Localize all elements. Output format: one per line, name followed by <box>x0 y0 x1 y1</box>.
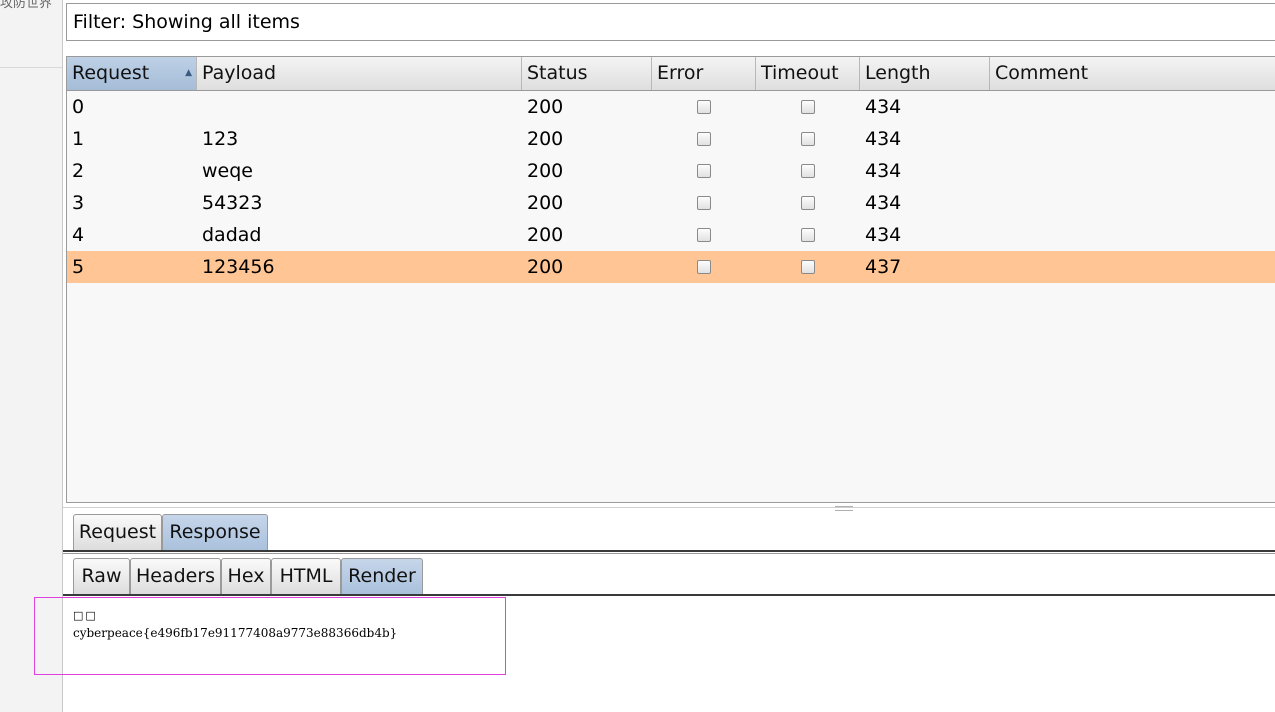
column-header-status[interactable]: Status <box>522 57 652 90</box>
timeout-checkbox[interactable] <box>801 196 815 210</box>
cell-payload: dadad <box>202 224 262 246</box>
cell-length: 434 <box>865 224 902 246</box>
table-row[interactable]: 0 200 434 <box>67 91 1275 123</box>
tab-hex[interactable]: Hex <box>221 558 271 595</box>
filter-bar[interactable]: Filter: Showing all items <box>66 3 1275 41</box>
error-checkbox[interactable] <box>697 228 711 242</box>
cell-payload: 123456 <box>202 256 275 278</box>
error-checkbox[interactable] <box>697 196 711 210</box>
cell-comment <box>990 251 995 283</box>
timeout-checkbox[interactable] <box>801 164 815 178</box>
message-tabs-underline <box>63 550 1275 552</box>
view-tabs-underline <box>63 594 1275 596</box>
annotation-highlight-box <box>34 597 506 675</box>
column-header-timeout[interactable]: Timeout <box>756 57 860 90</box>
cell-status: 200 <box>527 192 564 214</box>
column-header-comment[interactable]: Comment <box>990 57 1275 90</box>
background-site-title: 攻防世界 <box>0 0 53 11</box>
cell-status: 200 <box>527 128 564 150</box>
timeout-checkbox[interactable] <box>801 260 815 274</box>
cell-comment <box>990 123 995 155</box>
cell-length: 434 <box>865 192 902 214</box>
error-checkbox[interactable] <box>697 260 711 274</box>
error-checkbox[interactable] <box>697 100 711 114</box>
tab-request[interactable]: Request <box>73 514 162 551</box>
error-checkbox[interactable] <box>697 164 711 178</box>
table-row[interactable]: 3 54323 200 434 <box>67 187 1275 219</box>
column-header-label: Request <box>72 62 150 84</box>
background-divider <box>0 67 62 68</box>
cell-comment <box>990 91 995 123</box>
cell-comment <box>990 187 995 219</box>
results-table-body: 0 200 434 1 123 200 434 2 weqe 200 434 3… <box>67 91 1275 283</box>
cell-request: 5 <box>72 256 85 278</box>
cell-payload: weqe <box>202 160 253 182</box>
column-header-payload[interactable]: Payload <box>197 57 522 90</box>
cell-comment <box>990 219 995 251</box>
cell-status: 200 <box>527 256 564 278</box>
cell-payload <box>197 91 202 123</box>
results-table-header: Request ▲ Payload Status Error Timeout L… <box>67 57 1275 91</box>
cell-length: 434 <box>865 160 902 182</box>
cell-payload: 123 <box>202 128 239 150</box>
table-row[interactable]: 4 dadad 200 434 <box>67 219 1275 251</box>
tab-headers[interactable]: Headers <box>130 558 221 595</box>
cell-request: 1 <box>72 128 85 150</box>
table-row[interactable]: 2 weqe 200 434 <box>67 155 1275 187</box>
column-header-error[interactable]: Error <box>652 57 756 90</box>
cell-status: 200 <box>527 96 564 118</box>
cell-request: 3 <box>72 192 85 214</box>
column-header-length[interactable]: Length <box>860 57 990 90</box>
split-pane-grip-icon[interactable] <box>835 506 853 511</box>
timeout-checkbox[interactable] <box>801 132 815 146</box>
cell-request: 2 <box>72 160 85 182</box>
cell-length: 434 <box>865 96 902 118</box>
cell-request: 0 <box>72 96 85 118</box>
timeout-checkbox[interactable] <box>801 100 815 114</box>
message-tabs-underline-inner <box>63 553 1275 554</box>
table-row[interactable]: 1 123 200 434 <box>67 123 1275 155</box>
cell-length: 434 <box>865 128 902 150</box>
cell-length: 437 <box>865 256 902 278</box>
cell-comment <box>990 155 995 187</box>
sort-ascending-icon: ▲ <box>185 68 192 78</box>
tab-render[interactable]: Render <box>341 558 423 595</box>
tab-html[interactable]: HTML <box>271 558 341 595</box>
cell-request: 4 <box>72 224 85 246</box>
timeout-checkbox[interactable] <box>801 228 815 242</box>
error-checkbox[interactable] <box>697 132 711 146</box>
tab-response[interactable]: Response <box>162 514 268 551</box>
results-table: Request ▲ Payload Status Error Timeout L… <box>66 56 1275 503</box>
cell-status: 200 <box>527 224 564 246</box>
table-row-selected[interactable]: 5 123456 200 437 <box>67 251 1275 283</box>
column-header-request[interactable]: Request ▲ <box>67 57 197 90</box>
split-pane-divider[interactable] <box>63 507 1275 508</box>
tab-raw[interactable]: Raw <box>73 558 130 595</box>
cell-payload: 54323 <box>202 192 263 214</box>
cell-status: 200 <box>527 160 564 182</box>
